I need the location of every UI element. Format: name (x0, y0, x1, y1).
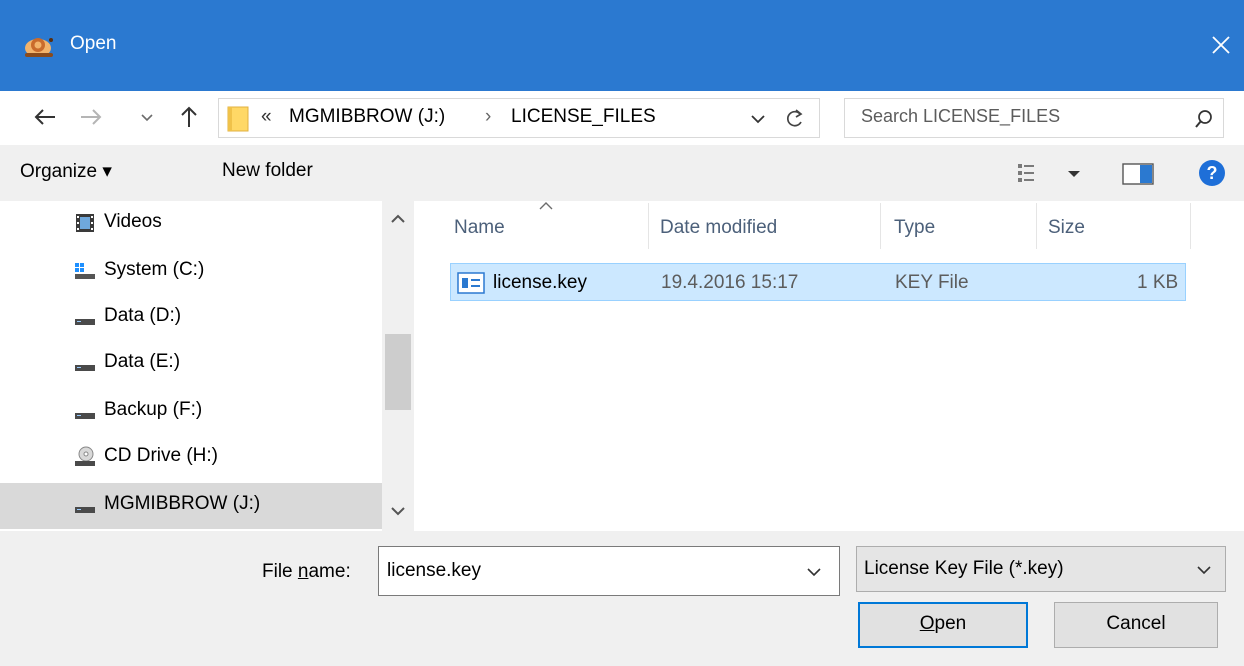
view-options-icon (1018, 164, 1080, 182)
arrow-left-icon (34, 109, 55, 125)
address-bar[interactable]: « MGMIBBROW (J:) › LICENSE_FILES (218, 98, 820, 138)
navigation-pane: Videos System (C:) Data (D:) Data (E:) B… (0, 201, 414, 531)
search-icon[interactable] (1195, 109, 1213, 129)
sidebar-item-data-d[interactable]: Data (D:) (0, 295, 382, 341)
file-type-value: License Key File (*.key) (864, 558, 1064, 579)
sidebar-item-videos[interactable]: Videos (0, 201, 382, 247)
snail-app-icon (25, 38, 53, 57)
sidebar-item-label: MGMIBBROW (J:) (104, 493, 261, 514)
drive-icon (75, 365, 95, 371)
search-input[interactable]: Search LICENSE_FILES (861, 106, 1060, 127)
chevron-down-icon (1197, 566, 1211, 575)
file-list: Name Date modified Type Size license.key… (414, 201, 1244, 531)
file-name-input[interactable]: license.key (387, 560, 481, 582)
cd-drive-icon (75, 446, 95, 466)
arrow-up-icon (181, 106, 197, 127)
help-icon: ? (1199, 160, 1225, 186)
breadcrumb-drive[interactable]: MGMIBBROW (J:) (289, 106, 445, 128)
sidebar-scrollbar[interactable] (382, 201, 414, 531)
file-name: license.key (493, 272, 587, 293)
sidebar-item-label: Data (E:) (104, 351, 181, 372)
breadcrumb-separator[interactable]: › (485, 106, 491, 128)
column-divider[interactable] (648, 203, 649, 249)
title-bar: Open (0, 0, 1244, 91)
chevron-down-icon[interactable] (807, 567, 821, 577)
sidebar-item-label: Backup (F:) (104, 399, 203, 420)
sidebar-item-backup-f[interactable]: Backup (F:) (0, 389, 382, 435)
column-divider[interactable] (1036, 203, 1037, 249)
forward-button[interactable] (74, 97, 108, 137)
drive-icon (75, 507, 95, 513)
arrow-right-icon (81, 109, 102, 125)
file-size: 1 KB (1137, 272, 1179, 293)
command-bar: Organize ▾ New folder ? (0, 145, 1244, 201)
videos-icon (76, 214, 94, 232)
window-title: Open (70, 33, 117, 54)
back-button[interactable] (28, 97, 62, 137)
windows-drive-icon (75, 263, 95, 279)
file-date: 19.4.2016 15:17 (661, 272, 799, 293)
scroll-down-icon[interactable] (390, 505, 406, 517)
search-box[interactable]: Search LICENSE_FILES (844, 98, 1224, 138)
file-type: KEY File (895, 272, 969, 293)
sort-ascending-icon (539, 202, 553, 210)
sidebar-item-mgmibbrow-j[interactable]: MGMIBBROW (J:) (0, 483, 382, 529)
help-button[interactable]: ? (1198, 159, 1226, 193)
cancel-button[interactable]: Cancel (1054, 602, 1218, 648)
drive-icon (75, 413, 95, 419)
close-button[interactable] (1198, 20, 1244, 70)
sidebar-item-label: System (C:) (104, 259, 205, 280)
scrollbar-thumb[interactable] (385, 334, 411, 410)
svg-text:?: ? (1207, 163, 1218, 183)
file-name-combobox[interactable]: license.key (378, 546, 840, 596)
scroll-up-icon[interactable] (390, 213, 406, 225)
column-header-type[interactable]: Type (894, 217, 935, 239)
drive-icon (75, 319, 95, 325)
file-name-label: File name: (262, 561, 351, 582)
sidebar-item-cd-drive-h[interactable]: CD Drive (H:) (0, 435, 382, 481)
column-header-name[interactable]: Name (454, 217, 505, 239)
breadcrumb-folder[interactable]: LICENSE_FILES (511, 106, 656, 128)
breadcrumb-overflow[interactable]: « (261, 106, 272, 128)
sidebar-item-label: Data (D:) (104, 305, 182, 326)
column-header-size[interactable]: Size (1048, 217, 1085, 239)
organize-button[interactable]: Organize ▾ (20, 160, 112, 183)
sidebar-item-data-e[interactable]: Data (E:) (0, 341, 382, 387)
navigation-bar: « MGMIBBROW (J:) › LICENSE_FILES Search … (0, 91, 1244, 145)
recent-locations-button[interactable] (136, 97, 158, 137)
column-divider[interactable] (1190, 203, 1191, 249)
column-divider[interactable] (880, 203, 881, 249)
up-button[interactable] (172, 97, 206, 137)
refresh-icon[interactable] (785, 108, 805, 130)
chevron-down-icon (141, 114, 153, 122)
close-icon (1212, 36, 1230, 54)
sidebar-item-system-c[interactable]: System (C:) (0, 249, 382, 295)
column-header-date-modified[interactable]: Date modified (660, 217, 777, 239)
sidebar-item-label: Videos (104, 211, 162, 232)
table-row[interactable]: license.key 19.4.2016 15:17 KEY File 1 K… (450, 263, 1186, 301)
preview-pane-icon (1122, 163, 1154, 185)
new-folder-button[interactable]: New folder (222, 160, 313, 182)
address-history-chevron-icon[interactable] (751, 114, 765, 124)
view-options-button[interactable] (1016, 161, 1088, 187)
file-type-select[interactable]: License Key File (*.key) (856, 546, 1226, 592)
key-file-icon (457, 272, 485, 294)
open-button[interactable]: Open (858, 602, 1028, 648)
dialog-footer: File name: license.key License Key File … (0, 531, 1244, 666)
sidebar-item-label: CD Drive (H:) (104, 445, 218, 466)
folder-icon (227, 106, 249, 132)
preview-pane-button[interactable] (1122, 162, 1154, 192)
